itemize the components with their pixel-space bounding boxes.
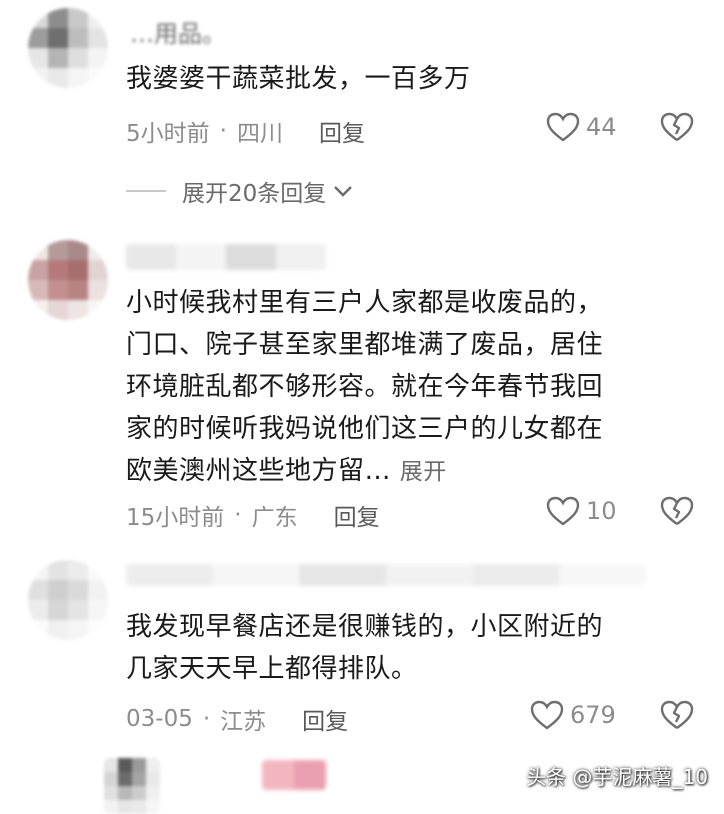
expand-text-link[interactable]: 展开	[400, 459, 447, 485]
comment-text: 我婆婆干蔬菜批发，一百多万	[126, 64, 471, 94]
separator-dot: ·	[234, 502, 242, 528]
comment-line: 几家天天早上都得排队。	[126, 654, 418, 684]
comment-text-partial: …用品。	[130, 20, 226, 48]
divider	[126, 190, 166, 192]
reply-button[interactable]: 回复	[334, 498, 380, 532]
reply-button[interactable]: 回复	[302, 702, 348, 736]
comment-location: 江苏	[220, 709, 267, 735]
username[interactable]	[262, 760, 326, 790]
like-button[interactable]: 44	[546, 112, 617, 142]
username[interactable]	[126, 564, 646, 586]
comment-meta: 5小时前 · 四川 回复	[126, 114, 365, 148]
like-button[interactable]: 10	[546, 496, 617, 526]
comment-meta: 03-05 · 江苏 回复	[126, 702, 348, 736]
comment-text: 我发现早餐店还是很赚钱的，小区附近的 几家天天早上都得排队。	[126, 606, 603, 690]
comment-line: 我发现早餐店还是很赚钱的，小区附近的	[126, 612, 604, 642]
watermark: 头条 @芋泥麻薯_10	[526, 765, 708, 789]
separator-dot: ·	[202, 706, 211, 732]
dislike-button[interactable]	[660, 700, 694, 734]
comment-line: 欧美澳州这些地方留…	[126, 456, 392, 486]
comment-location: 广东	[251, 505, 298, 531]
separator-dot: ·	[219, 118, 227, 144]
reply-button[interactable]: 回复	[319, 114, 365, 148]
chevron-down-icon	[334, 186, 353, 197]
username[interactable]	[126, 244, 326, 270]
heart-icon	[546, 112, 580, 142]
broken-heart-icon	[660, 112, 694, 141]
comment-meta: 15小时前 · 广东 回复	[126, 498, 380, 532]
comment-location: 四川	[236, 121, 283, 147]
expand-replies-button[interactable]: 展开20条回复	[126, 174, 354, 208]
avatar[interactable]	[28, 8, 108, 88]
like-count: 679	[570, 701, 616, 729]
comment-line: 小时候我村里有三户人家都是收废品的，	[126, 288, 604, 318]
like-button[interactable]: 679	[530, 700, 616, 730]
heart-icon	[530, 700, 564, 730]
comment-time: 03-05	[126, 706, 193, 732]
expand-replies-label: 展开20条回复	[182, 181, 327, 207]
heart-icon	[546, 496, 580, 526]
broken-heart-icon	[660, 700, 694, 729]
comment-text: 小时候我村里有三户人家都是收废品的， 门口、院子甚至家里都堆满了废品，居住 环境…	[126, 282, 603, 493]
avatar[interactable]	[28, 240, 108, 320]
avatar[interactable]	[104, 758, 160, 814]
broken-heart-icon	[660, 496, 694, 525]
comment-line: 环境脏乱都不够形容。就在今年春节我回	[126, 372, 604, 402]
like-count: 44	[586, 113, 617, 141]
comment-time: 5小时前	[126, 121, 210, 147]
like-count: 10	[586, 497, 617, 525]
avatar[interactable]	[28, 560, 108, 640]
dislike-button[interactable]	[660, 112, 694, 146]
dislike-button[interactable]	[660, 496, 694, 530]
comment-time: 15小时前	[126, 505, 225, 531]
comment-line: 家的时候听我妈说他们这三户的儿女都在	[126, 414, 604, 444]
comment-line: 门口、院子甚至家里都堆满了废品，居住	[126, 330, 604, 360]
